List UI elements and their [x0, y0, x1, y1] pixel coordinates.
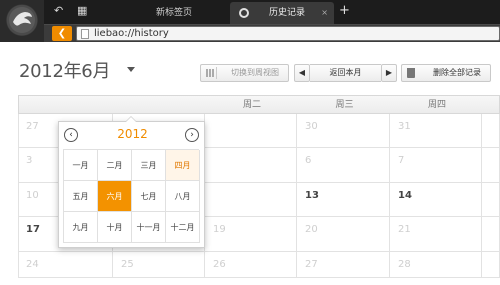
- day-number: 7: [398, 155, 405, 166]
- next-month-button[interactable]: ▶: [381, 64, 397, 82]
- next-year-icon[interactable]: ›: [185, 128, 199, 142]
- page-icon: [81, 29, 89, 39]
- day-number: 17: [26, 224, 40, 235]
- popup-arrow: [126, 117, 136, 122]
- weekday-label: 周三: [335, 100, 354, 110]
- calendar-day-cell[interactable]: 31: [390, 114, 482, 148]
- calendar-day-cell[interactable]: [482, 183, 500, 217]
- weekday-header: 周二 周三 周四: [18, 95, 500, 114]
- button-label: 切换到周视图: [231, 68, 279, 77]
- month-option[interactable]: 四月: [166, 150, 200, 181]
- calendar-day-cell[interactable]: 19: [205, 217, 297, 252]
- calendar-day-cell[interactable]: [205, 114, 297, 148]
- day-number: 3: [26, 155, 33, 166]
- undo-icon[interactable]: ↶: [54, 4, 63, 18]
- address-bar[interactable]: liebao://history: [76, 26, 500, 41]
- month-option[interactable]: 三月: [132, 150, 166, 181]
- tab-strip: ↶ ▦ 新标签页 × 历史记录 × +: [44, 0, 500, 24]
- weekday-label: 周四: [427, 100, 446, 110]
- weekday-label: [483, 96, 500, 114]
- month-option[interactable]: 六月: [98, 181, 132, 212]
- calendar-day-cell[interactable]: [205, 148, 297, 183]
- new-tab-button[interactable]: +: [339, 4, 350, 18]
- calendar-day-cell[interactable]: 28: [390, 252, 482, 278]
- day-number: 10: [26, 190, 39, 201]
- week-view-button[interactable]: 切换到周视图: [200, 64, 289, 82]
- calendar-day-cell[interactable]: 7: [390, 148, 482, 183]
- caret-down-icon[interactable]: [127, 67, 135, 72]
- day-number: 30: [305, 121, 318, 132]
- cheetah-logo-icon[interactable]: [0, 0, 44, 42]
- delete-all-button[interactable]: 删除全部记录: [401, 64, 491, 82]
- picker-year: 2012: [117, 127, 148, 141]
- month-option[interactable]: 五月: [64, 181, 98, 212]
- url-text[interactable]: liebao://history: [94, 27, 169, 40]
- month-option[interactable]: 一月: [64, 150, 98, 181]
- month-grid: 一月 二月 三月 四月五月 六月 七月 八月九月 十月 十一月 十二月: [63, 149, 200, 243]
- navigation-toolbar: ❮ liebao://history: [44, 24, 500, 42]
- month-option[interactable]: 二月: [98, 150, 132, 181]
- month-option[interactable]: 七月: [132, 181, 166, 212]
- calendar-day-cell[interactable]: 24: [18, 252, 113, 278]
- back-button[interactable]: ❮: [52, 26, 72, 41]
- day-number: 28: [398, 259, 411, 270]
- day-number: 6: [305, 155, 312, 166]
- calendar-day-cell[interactable]: 6: [297, 148, 390, 183]
- calendar-day-cell[interactable]: 27: [297, 252, 390, 278]
- month-title[interactable]: 2012年6月: [19, 57, 110, 83]
- history-page: 2012年6月 切换到周视图 ◀ 返回本月 ▶ 删除全部记录 周二 周三 周四 27…: [0, 42, 500, 285]
- calendar-day-cell[interactable]: [482, 217, 500, 252]
- tab-history[interactable]: 历史记录 ×: [230, 2, 334, 24]
- apps-grid-icon[interactable]: ▦: [77, 4, 87, 18]
- weekday-label: [114, 96, 206, 114]
- calendar-day-cell[interactable]: [205, 183, 297, 217]
- close-icon[interactable]: ×: [321, 2, 328, 24]
- day-number: 19: [213, 224, 226, 235]
- calendar-day-cell[interactable]: 25: [113, 252, 205, 278]
- clock-icon: [239, 8, 249, 18]
- calendar-day-cell[interactable]: [482, 252, 500, 278]
- weekday-label: [19, 96, 114, 114]
- calendar-grid-icon: [204, 67, 217, 79]
- day-number: 20: [305, 224, 318, 235]
- month-option[interactable]: 十二月: [166, 212, 200, 243]
- button-label: 删除全部记录: [433, 68, 481, 77]
- day-number: 25: [121, 259, 134, 270]
- day-number: 24: [26, 259, 39, 270]
- prev-month-button[interactable]: ◀: [294, 64, 310, 82]
- month-option[interactable]: 十一月: [132, 212, 166, 243]
- month-option[interactable]: 十月: [98, 212, 132, 243]
- day-number: 13: [305, 190, 319, 201]
- tab-label: 历史记录: [269, 8, 306, 18]
- day-number: 26: [213, 259, 226, 270]
- day-number: 31: [398, 121, 411, 132]
- trash-icon: [407, 68, 415, 78]
- day-number: 27: [26, 121, 39, 132]
- browser-chrome: ↶ ▦ 新标签页 × 历史记录 × + ❮ liebao://history: [0, 0, 500, 42]
- weekday-label: 周二: [242, 100, 261, 110]
- month-option[interactable]: 九月: [64, 212, 98, 243]
- day-number: 27: [305, 259, 318, 270]
- calendar-day-cell[interactable]: 26: [205, 252, 297, 278]
- calendar-day-cell[interactable]: 30: [297, 114, 390, 148]
- day-number: 14: [398, 190, 412, 201]
- month-picker-popup: ‹ 2012 › 一月 二月 三月 四月 五月 六月 七月 八月 九月 十月 十一月 十二月: [58, 116, 205, 248]
- calendar-day-cell[interactable]: 14: [390, 183, 482, 217]
- calendar-day-cell[interactable]: 20: [297, 217, 390, 252]
- month-option[interactable]: 八月: [166, 181, 200, 212]
- tab-label: 新标签页: [156, 8, 193, 18]
- day-number: 21: [398, 224, 411, 235]
- calendar-day-cell[interactable]: 13: [297, 183, 390, 217]
- calendar-day-cell[interactable]: 21: [390, 217, 482, 252]
- calendar-day-cell[interactable]: [482, 114, 500, 148]
- calendar-day-cell[interactable]: [482, 148, 500, 183]
- this-month-button[interactable]: 返回本月: [310, 64, 381, 82]
